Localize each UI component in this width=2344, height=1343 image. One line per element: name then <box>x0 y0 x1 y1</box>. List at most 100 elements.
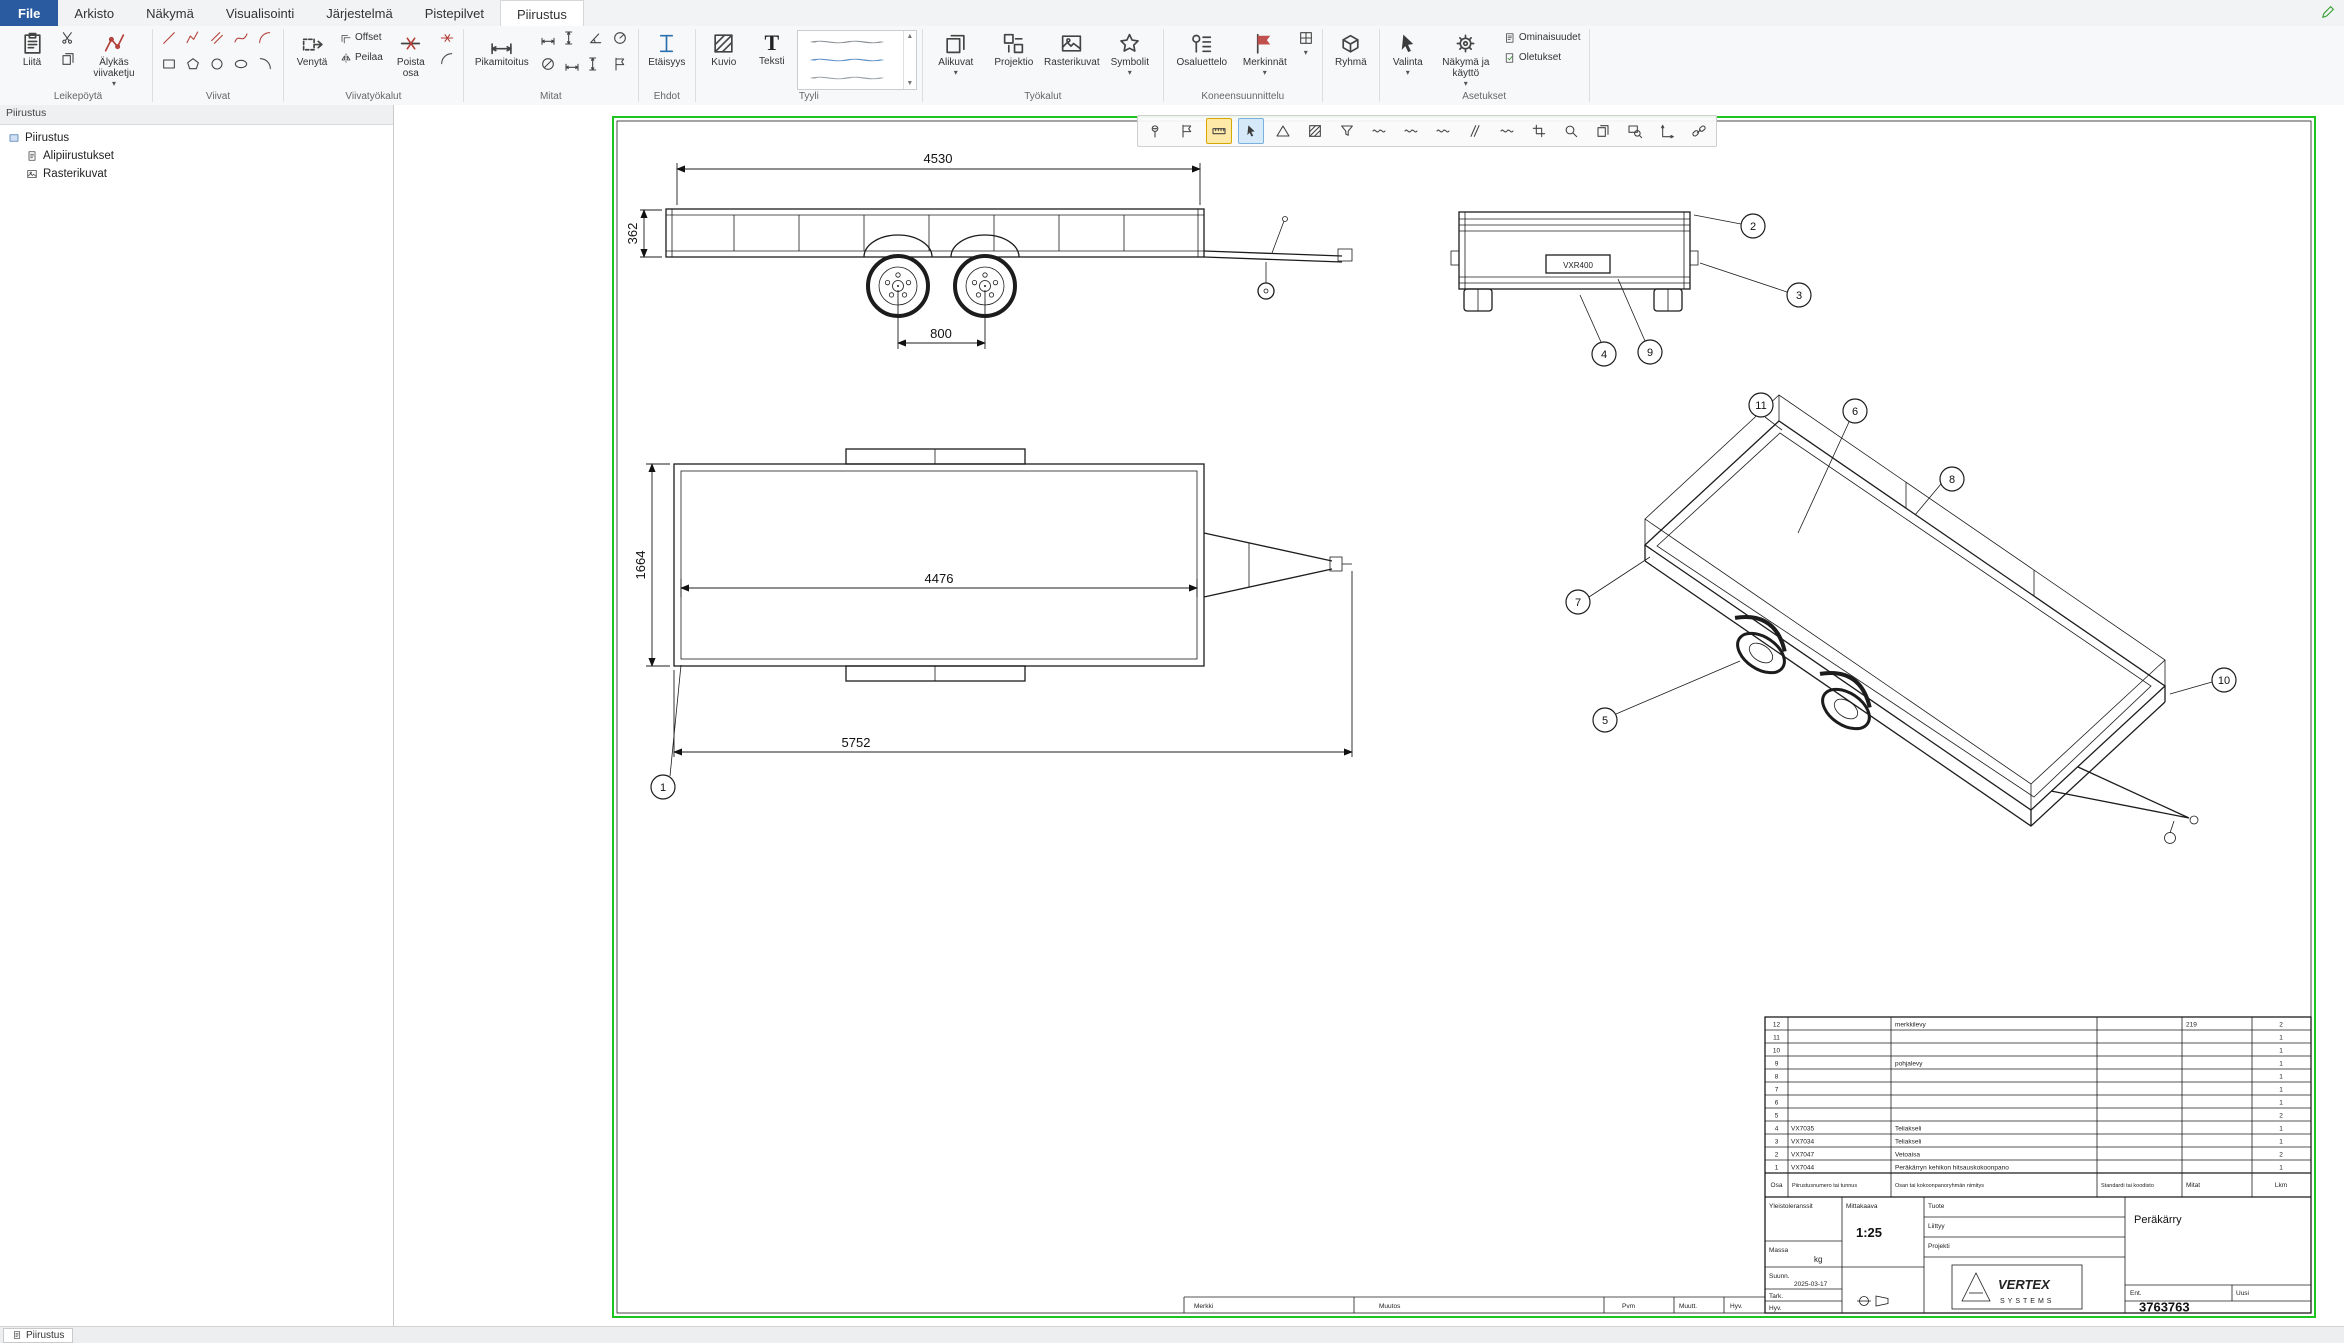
offset-button[interactable]: Offset <box>337 28 386 47</box>
tree-root-piirustus[interactable]: Piirustus <box>0 129 393 147</box>
parallel-lines-icon[interactable] <box>1462 118 1488 144</box>
dim-radius-button[interactable] <box>609 28 631 48</box>
fillet-button[interactable] <box>436 49 458 69</box>
polygon-button[interactable] <box>182 54 204 74</box>
group-button[interactable]: Ryhmä <box>1328 28 1374 90</box>
part-list-button[interactable]: Osaluettelo <box>1169 28 1235 90</box>
dropdown-arrow-icon[interactable]: ▾ <box>1295 49 1317 56</box>
mirror-button[interactable]: Peilaa <box>337 48 386 67</box>
dim-leader-button[interactable] <box>609 54 631 74</box>
view-top[interactable]: 1664 4476 5752 <box>633 449 1352 757</box>
table-grid-button[interactable] <box>1295 28 1317 48</box>
dim-vertical-button[interactable] <box>561 28 583 48</box>
dim-horizontal-button[interactable] <box>537 28 559 48</box>
statusbar-tab-piirustus[interactable]: Piirustus <box>3 1328 73 1343</box>
line-style-swatch[interactable] <box>802 71 892 85</box>
rectangle-button[interactable] <box>158 54 180 74</box>
dim-angle-button[interactable] <box>585 28 607 48</box>
polyline-button[interactable] <box>182 28 204 48</box>
remove-part-button[interactable]: Poista osa <box>388 28 434 90</box>
ellipse-button[interactable] <box>230 54 252 74</box>
drawing-number: 3763763 <box>2139 1300 2190 1315</box>
balloon-5-label: 5 <box>1602 715 1608 727</box>
arc-button[interactable] <box>254 28 276 48</box>
view-and-use-button[interactable]: Näkymä ja käyttö ▾ <box>1433 28 1499 90</box>
balloon-8-label: 8 <box>1949 474 1955 486</box>
dim-diameter-button[interactable] <box>537 54 559 74</box>
layer-wave-1-icon[interactable] <box>1366 118 1392 144</box>
crop-icon[interactable] <box>1526 118 1552 144</box>
hatch-pattern-button[interactable]: Kuvio <box>701 28 747 90</box>
selection-button[interactable]: Valinta ▾ <box>1385 28 1431 90</box>
dropdown-arrow-icon: ▾ <box>112 80 116 87</box>
distance-label: Etäisyys <box>648 57 685 68</box>
annotations-button[interactable]: Merkinnät ▾ <box>1237 28 1293 90</box>
edit-pencil-icon[interactable] <box>2320 4 2336 23</box>
projection-button[interactable]: Projektio <box>986 28 1042 90</box>
zoom-window-icon[interactable] <box>1622 118 1648 144</box>
scroll-up-icon[interactable]: ▲ <box>906 33 913 40</box>
revision-muutos: Muutos <box>1379 1303 1401 1310</box>
axes-icon[interactable] <box>1654 118 1680 144</box>
view-isometric[interactable] <box>1645 395 2198 844</box>
drawing-canvas[interactable]: 4530 362 800 <box>394 105 2344 1327</box>
layer-wave-4-icon[interactable] <box>1494 118 1520 144</box>
line-icon <box>161 30 177 46</box>
properties-button[interactable]: Ominaisuudet <box>1501 28 1584 47</box>
text-button[interactable]: T Teksti <box>749 28 795 90</box>
line-style-swatch[interactable] <box>802 53 892 67</box>
filter-icon[interactable] <box>1334 118 1360 144</box>
tab-pistepilvet[interactable]: Pistepilvet <box>409 0 500 26</box>
distance-constraint-button[interactable]: Etäisyys <box>644 28 690 90</box>
select-cursor-icon[interactable] <box>1238 118 1264 144</box>
dim-diameter-icon <box>540 56 556 72</box>
subdrawings-button[interactable]: Alikuvat ▾ <box>928 28 984 90</box>
quick-dimension-button[interactable]: Pikamitoitus <box>469 28 535 90</box>
line-style-gallery[interactable]: ▲ ▼ <box>797 30 917 90</box>
tree-item-alipiirustukset[interactable]: Alipiirustukset <box>0 147 393 165</box>
cut-button[interactable] <box>57 28 79 48</box>
break-line-button[interactable] <box>436 28 458 48</box>
tab-piirustus[interactable]: Piirustus <box>500 0 584 27</box>
dim-chain-button[interactable] <box>561 54 583 74</box>
zoom-icon[interactable] <box>1558 118 1584 144</box>
layer-wave-2-icon[interactable] <box>1398 118 1424 144</box>
tab-jarjestelma[interactable]: Järjestelmä <box>310 0 408 26</box>
scroll-down-icon[interactable]: ▼ <box>906 80 913 87</box>
gallery-scrollbar[interactable]: ▲ ▼ <box>903 31 916 89</box>
tab-arkisto[interactable]: Arkisto <box>58 0 130 26</box>
pin-icon[interactable] <box>1142 118 1168 144</box>
circle-button[interactable] <box>206 54 228 74</box>
title-block[interactable]: 12merkkilevy21921111019pohjalevy18171615… <box>1765 1017 2311 1315</box>
smart-polyline-button[interactable]: Älykäs viivaketju ▾ <box>81 28 147 90</box>
balloon-6-label: 6 <box>1852 406 1858 418</box>
hatch-tool-icon[interactable] <box>1302 118 1328 144</box>
line-style-swatch[interactable] <box>802 35 892 49</box>
line-button[interactable] <box>158 28 180 48</box>
raster-images-button[interactable]: Rasterikuvat <box>1044 28 1100 90</box>
tab-file[interactable]: File <box>0 0 58 26</box>
snap-triangle-icon[interactable] <box>1270 118 1296 144</box>
double-line-button[interactable] <box>206 28 228 48</box>
copy-view-icon[interactable] <box>1590 118 1616 144</box>
paste-button[interactable]: Liitä <box>9 28 55 90</box>
arc-3point-button[interactable] <box>254 54 276 74</box>
drawing-sheet[interactable]: 4530 362 800 <box>394 105 2344 1327</box>
layer-wave-3-icon[interactable] <box>1430 118 1456 144</box>
dim-baseline-button[interactable] <box>585 54 607 74</box>
tree-item-rasterikuvat[interactable]: Rasterikuvat <box>0 165 393 183</box>
tag-icon[interactable] <box>1174 118 1200 144</box>
measure-icon[interactable] <box>1206 118 1232 144</box>
part-cell-qty: 1 <box>2279 1126 2283 1133</box>
link-icon[interactable] <box>1686 118 1712 144</box>
symbols-button[interactable]: Symbolit ▾ <box>1102 28 1158 90</box>
tab-visualisointi[interactable]: Visualisointi <box>210 0 310 26</box>
defaults-button[interactable]: Oletukset <box>1501 48 1584 67</box>
curve-button[interactable] <box>230 28 252 48</box>
view-rear[interactable]: VXR400 <box>1451 212 1698 311</box>
view-side[interactable]: 4530 362 800 <box>625 151 1352 349</box>
balloon-11-label: 11 <box>1755 400 1766 412</box>
copy-button[interactable] <box>57 49 79 69</box>
tab-nakyma[interactable]: Näkymä <box>130 0 210 26</box>
stretch-button[interactable]: Venytä <box>289 28 335 90</box>
